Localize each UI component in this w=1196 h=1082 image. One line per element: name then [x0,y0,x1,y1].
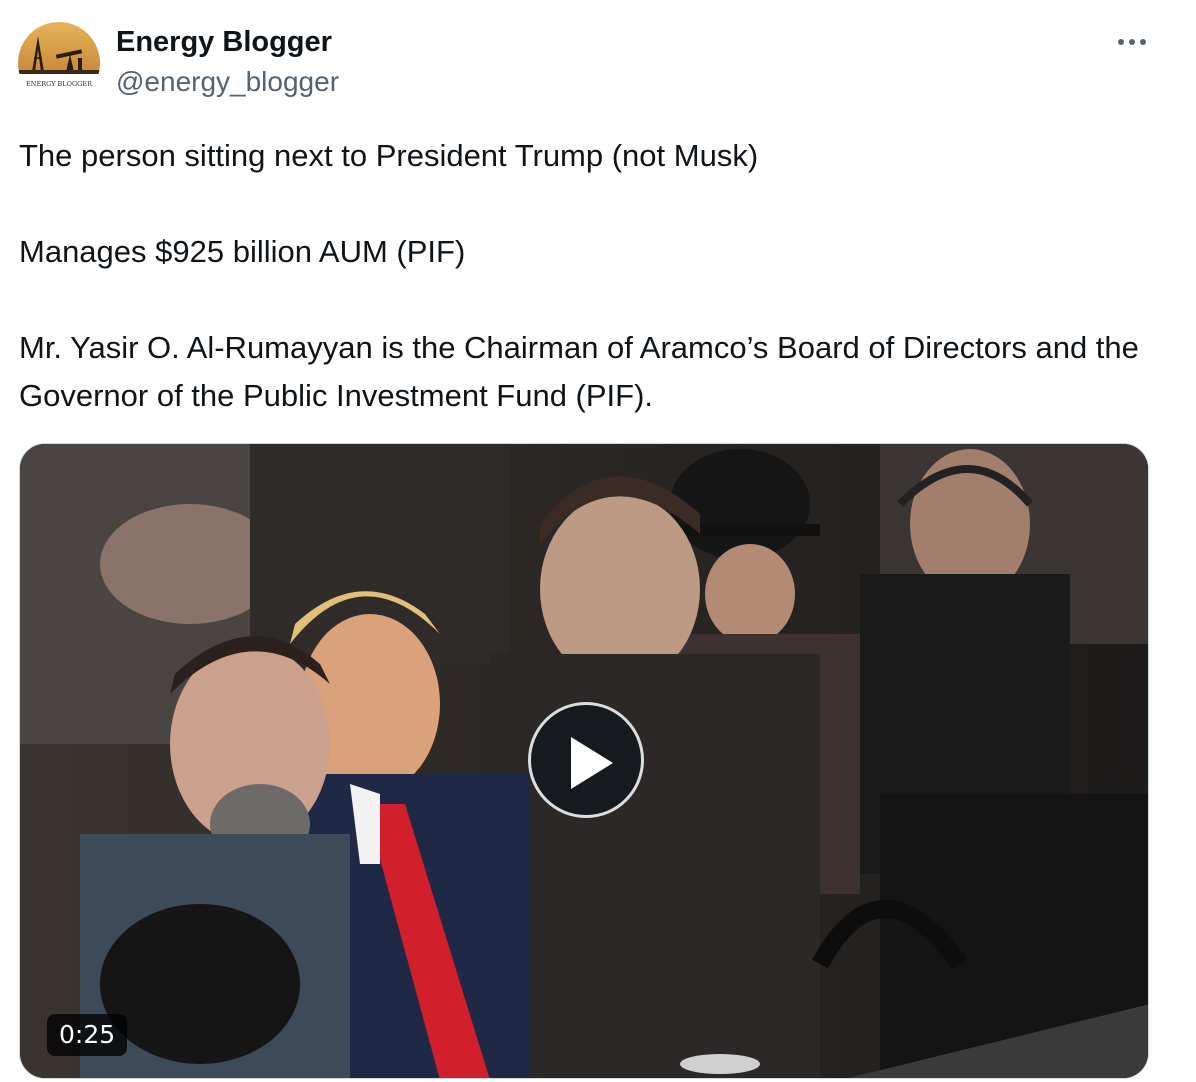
video-player[interactable]: 0:25 [19,443,1149,1079]
author-name[interactable]: Energy Blogger [116,24,332,60]
avatar[interactable]: ENERGY BLOGGER [18,22,100,104]
play-button[interactable] [528,702,644,818]
play-icon [571,737,613,789]
avatar-logo-text: ENERGY BLOGGER [26,80,93,88]
tweet-card: ENERGY BLOGGER Energy Blogger @energy_bl… [0,0,1196,1082]
video-duration-badge: 0:25 [47,1014,128,1056]
more-options-icon [1118,39,1146,45]
tweet-paragraph-3: Mr. Yasir O. Al-Rumayyan is the Chairman… [19,330,1139,413]
tweet-paragraph-1: The person sitting next to President Tru… [19,138,759,173]
author-handle[interactable]: @energy_blogger [116,64,339,100]
more-options-button[interactable] [1112,26,1152,58]
tweet-paragraph-2: Manages $925 billion AUM (PIF) [19,234,466,269]
tweet-text: The person sitting next to President Tru… [19,132,1169,420]
